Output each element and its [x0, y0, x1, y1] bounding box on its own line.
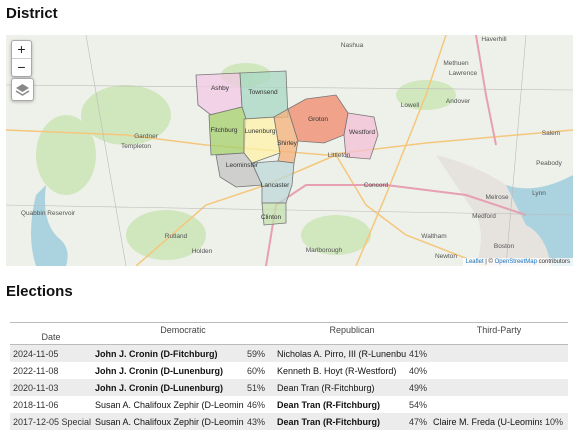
democratic-candidate: John J. Cronin (D-Fitchburg)	[92, 344, 244, 362]
republican-candidate: Kenneth B. Hoyt (R-Westford)	[277, 365, 397, 376]
democratic-candidate: Susan A. Chalifoux Zephir (D-Leominster)	[95, 399, 244, 410]
republican-percent: 47%	[406, 413, 431, 430]
date-cell: 2018-11-06	[13, 399, 59, 410]
table-row: 2024-11-05 John J. Cronin (D-Fitchburg) 59…	[10, 344, 569, 362]
map-place-boston: Boston	[494, 243, 515, 250]
republican-candidate: Dean Tran (R-Fitchburg)	[274, 413, 407, 430]
layers-button[interactable]	[11, 78, 34, 101]
map-place-salem: Salem	[542, 130, 560, 137]
third-party-candidate	[430, 362, 542, 379]
map-place-medford: Medford	[472, 213, 496, 220]
democratic-candidate: John J. Cronin (D-Lunenburg)	[92, 379, 244, 396]
zoom-out-button[interactable]: −	[12, 58, 31, 76]
map-place-lynn: Lynn	[532, 190, 546, 197]
third-party-percent	[542, 362, 568, 379]
map-tiles[interactable]: Ashby Townsend Groton Westford Fitchburg…	[6, 35, 573, 266]
map-place-quabbin: Quabbin Reservoir	[21, 210, 76, 217]
map-label-clinton: Clinton	[261, 214, 282, 221]
republican-candidate: Nicholas A. Pirro, III (R-Lunenburg)	[274, 344, 407, 362]
zoom-in-button[interactable]: +	[12, 41, 31, 58]
map-place-newton: Newton	[435, 253, 457, 260]
map-place-littleton: Littleton	[328, 152, 351, 159]
table-row: 2022-11-08 John J. Cronin (D-Lunenburg) 60…	[10, 362, 568, 379]
map-place-andover: Andover	[446, 98, 471, 105]
map-label-leominster: Leominster	[226, 162, 259, 169]
map-label-lunenburg: Lunenburg	[244, 128, 275, 135]
col-third-party: Third-Party	[430, 322, 569, 345]
democratic-percent: 59%	[244, 344, 275, 362]
leaflet-link[interactable]: Leaflet	[466, 259, 484, 265]
col-date: Date	[10, 322, 92, 345]
district-heading: District	[6, 5, 58, 22]
democratic-candidate: John J. Cronin (D-Lunenburg)	[95, 365, 223, 376]
democratic-candidate: Susan A. Chalifoux Zephir (D-Leominster)	[92, 413, 244, 430]
democratic-percent: 46%	[247, 399, 266, 410]
third-party-candidate: Claire M. Freda (U-Leominster)	[430, 413, 543, 430]
map-place-rutland: Rutland	[165, 233, 188, 240]
map-place-haverhill: Haverhill	[481, 36, 507, 43]
democratic-percent: 60%	[247, 365, 266, 376]
osm-link[interactable]: OpenStreetMap	[495, 259, 537, 265]
republican-percent: 49%	[406, 379, 431, 396]
col-republican: Republican	[274, 322, 431, 345]
third-party-percent	[542, 396, 568, 413]
democratic-percent: 51%	[244, 379, 275, 396]
map-place-lowell: Lowell	[401, 102, 420, 109]
third-party-candidate	[430, 396, 542, 413]
map-place-peabody: Peabody	[536, 160, 562, 167]
map-place-lawrence: Lawrence	[449, 70, 478, 77]
map-label-westford: Westford	[349, 129, 375, 136]
elections-table: Date Democratic Republican Third-Party 2…	[10, 322, 569, 430]
map-place-holden: Holden	[192, 248, 213, 255]
map-label-lancaster: Lancaster	[261, 182, 290, 189]
map-place-waltham: Waltham	[421, 233, 446, 240]
zoom-control: + −	[11, 40, 32, 77]
date-cell: 2024-11-05	[10, 344, 92, 362]
third-party-percent	[542, 379, 569, 396]
date-cell: 2017-12-05 Special	[10, 413, 92, 430]
table-row: 2017-12-05 Special Susan A. Chalifoux Zep…	[10, 413, 569, 430]
third-party-percent: 10%	[542, 413, 569, 430]
map-attribution: Leaflet | © OpenStreetMap contributors	[462, 258, 573, 266]
map-label-groton: Groton	[308, 116, 328, 123]
map-place-templeton: Templeton	[121, 143, 151, 150]
map-label-fitchburg: Fitchburg	[210, 127, 237, 134]
map-label-shirley: Shirley	[277, 140, 298, 147]
map-label-ashby: Ashby	[211, 85, 230, 92]
third-party-candidate	[430, 379, 543, 396]
map-place-marlborough: Marlborough	[306, 247, 343, 254]
republican-percent: 40%	[409, 365, 428, 376]
date-cell: 2022-11-08	[13, 365, 59, 376]
col-democratic: Democratic	[92, 322, 275, 345]
republican-percent: 54%	[409, 399, 428, 410]
district-map[interactable]: Ashby Townsend Groton Westford Fitchburg…	[6, 35, 573, 266]
elections-heading: Elections	[6, 283, 73, 300]
map-place-nashua: Nashua	[341, 42, 364, 49]
table-row: 2018-11-06 Susan A. Chalifoux Zephir (D-L…	[10, 396, 568, 413]
republican-candidate: Dean Tran (R-Fitchburg)	[274, 379, 407, 396]
map-place-gardner: Gardner	[134, 133, 159, 140]
map-place-concord: Concord	[364, 182, 389, 189]
republican-candidate: Dean Tran (R-Fitchburg)	[277, 399, 381, 410]
third-party-percent	[542, 344, 569, 362]
date-cell: 2020-11-03	[10, 379, 92, 396]
table-row: 2020-11-03 John J. Cronin (D-Lunenburg) 51…	[10, 379, 569, 396]
map-place-melrose: Melrose	[485, 194, 509, 201]
third-party-candidate	[430, 344, 543, 362]
democratic-percent: 43%	[244, 413, 275, 430]
republican-percent: 41%	[406, 344, 431, 362]
map-label-townsend: Townsend	[248, 89, 278, 96]
layers-icon	[15, 84, 30, 96]
map-place-methuen: Methuen	[443, 60, 469, 67]
